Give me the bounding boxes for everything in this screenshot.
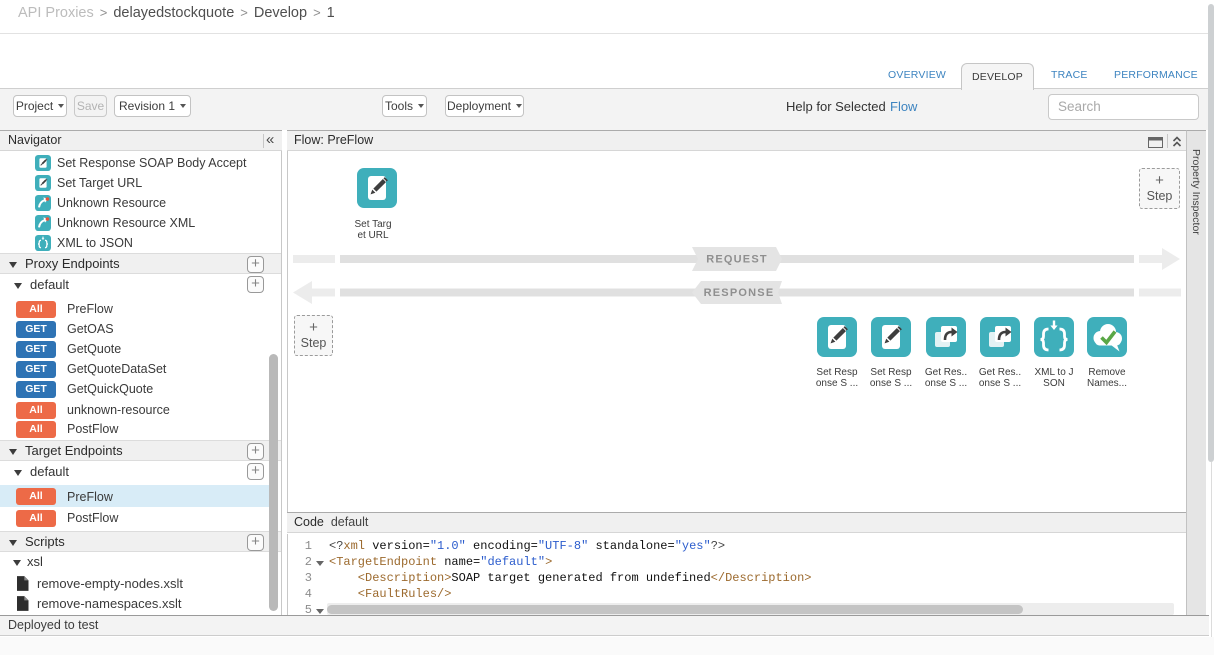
svg-text:REQUEST: REQUEST	[706, 254, 768, 266]
svg-text:RESPONSE: RESPONSE	[704, 287, 775, 299]
